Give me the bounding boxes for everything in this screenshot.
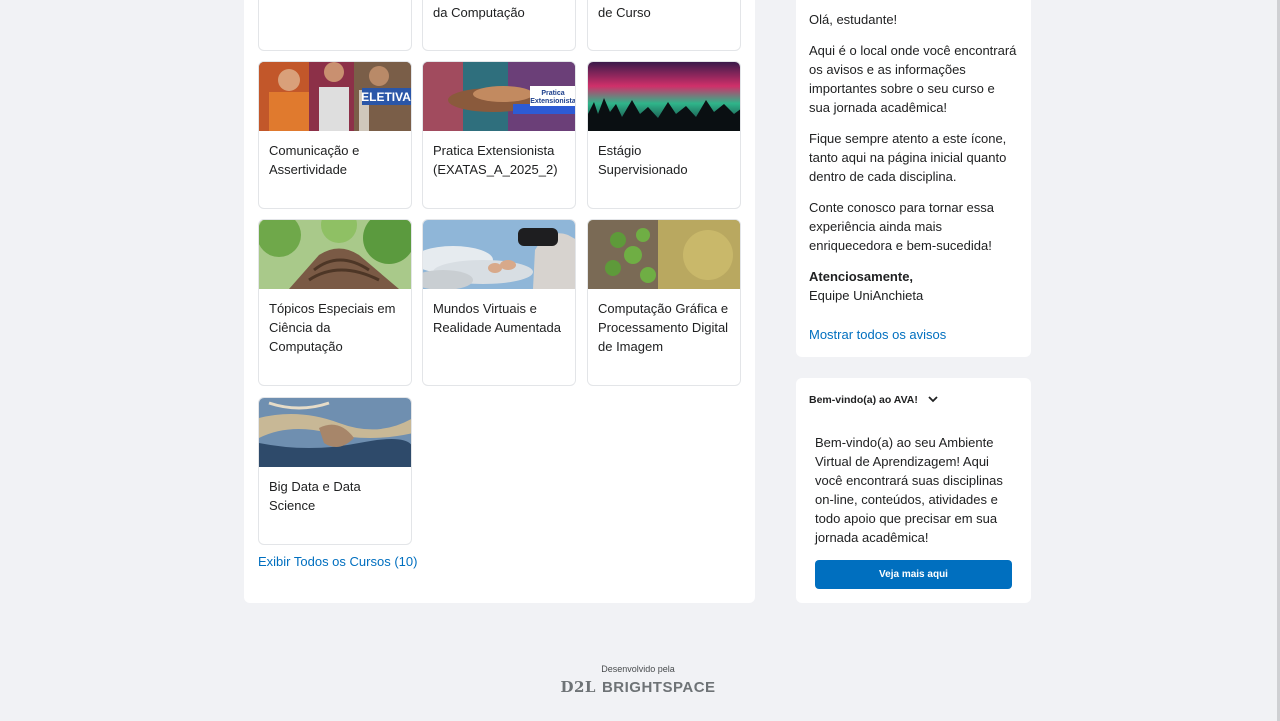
brightspace-logo: D2L BRIGHTSPACE [0, 678, 1276, 696]
course-card[interactable]: Pratica Extensionista Pratica Extensioni… [422, 61, 576, 209]
see-more-button[interactable]: Veja mais aqui [815, 560, 1012, 589]
welcome-widget-title: Bem-vindo(a) ao AVA! [809, 394, 918, 406]
course-image-badge: ELETIVA [361, 90, 411, 104]
news-signoff: Atenciosamente, [809, 269, 914, 284]
course-image [588, 220, 740, 289]
show-all-announcements-link[interactable]: Mostrar todos os avisos [809, 325, 1018, 344]
svg-text:Extensionista: Extensionista [530, 98, 575, 105]
course-card[interactable]: ELETIVA Comunicação e Assertividade [258, 61, 412, 209]
welcome-widget-body: Bem-vindo(a) ao seu Ambiente Virtual de … [815, 435, 1003, 545]
course-card[interactable]: da Computação [422, 0, 576, 51]
brightspace-logo-text: BRIGHTSPACE [601, 679, 716, 696]
course-title: Tópicos Especiais em Ciência da Computaç… [269, 301, 396, 354]
news-signature: Equipe UniAnchieta [809, 288, 924, 303]
course-card[interactable]: de Curso [587, 0, 741, 51]
course-image: Pratica Extensionista [423, 62, 575, 131]
announcements-panel: Olá, estudante! Aqui é o local onde você… [796, 0, 1031, 357]
news-greeting: Olá, estudante! [809, 12, 898, 27]
news-paragraph: Aqui é o local onde você encontrará os a… [809, 43, 1017, 115]
course-title: de Curso [598, 5, 651, 20]
course-image: ELETIVA [259, 62, 411, 131]
course-card[interactable]: Mundos Virtuais e Realidade Aumentada [422, 219, 576, 386]
course-card[interactable]: Tópicos Especiais em Ciência da Computaç… [258, 219, 412, 386]
welcome-widget: Bem-vindo(a) ao AVA! Bem-vindo(a) ao seu… [796, 378, 1031, 603]
welcome-widget-header[interactable]: Bem-vindo(a) ao AVA! [809, 394, 938, 406]
footer-developed-by: Desenvolvido pela [601, 664, 675, 674]
course-image [588, 62, 740, 131]
course-image [423, 220, 575, 289]
course-title: Computação Gráfica e Processamento Digit… [598, 301, 729, 354]
news-paragraph: Fique sempre atento a este ícone, tanto … [809, 131, 1007, 184]
course-image [259, 398, 411, 467]
course-title: Pratica Extensionista (EXATAS_A_2025_2) [433, 143, 558, 177]
chevron-down-icon[interactable] [928, 394, 938, 406]
course-card[interactable]: Computação Gráfica e Processamento Digit… [587, 219, 741, 386]
svg-text:Pratica: Pratica [541, 90, 564, 97]
course-title: Big Data e Data Science [269, 479, 361, 513]
course-title: da Computação [433, 5, 525, 20]
news-paragraph: Conte conosco para tornar essa experiênc… [809, 200, 994, 253]
course-image [259, 220, 411, 289]
view-all-courses-link[interactable]: Exibir Todos os Cursos (10) [258, 554, 417, 569]
course-card[interactable]: Big Data e Data Science [258, 397, 412, 545]
course-title: Mundos Virtuais e Realidade Aumentada [433, 301, 561, 335]
course-card[interactable]: Estágio Supervisionado [587, 61, 741, 209]
d2l-logo-text: D2L [560, 678, 596, 696]
course-title: Comunicação e Assertividade [269, 143, 360, 177]
course-card[interactable] [258, 0, 412, 51]
course-title: Estágio Supervisionado [598, 143, 688, 177]
